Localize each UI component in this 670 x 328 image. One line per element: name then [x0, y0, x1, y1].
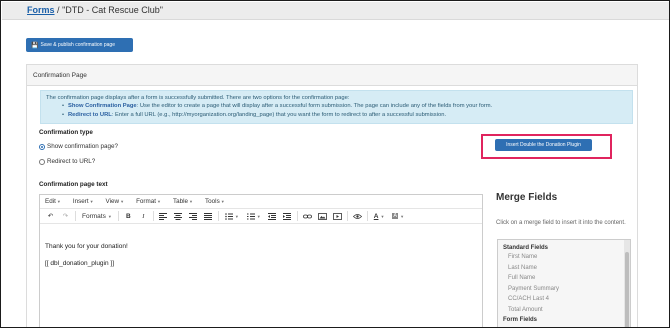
editor-content[interactable]: Thank you for your donation! [[ dbl_dona… — [45, 238, 128, 272]
radio-button-checked[interactable] — [39, 143, 45, 150]
info-item: Redirect to URL: Enter a full URL (e.g.,… — [62, 111, 627, 120]
toolbar-divider — [152, 211, 154, 221]
merge-field-item[interactable]: Full Name — [498, 272, 630, 283]
merge-group-title: Form Fields — [503, 317, 538, 323]
breadcrumb-current: "DTD - Cat Rescue Club" — [62, 5, 163, 15]
undo-icon[interactable]: ↶ — [43, 210, 58, 222]
breadcrumb-separator: / — [57, 5, 60, 15]
info-list: Show Confirmation Page: Use the editor t… — [46, 102, 627, 119]
editor-line: [[ dbl_donation_plugin ]] — [45, 260, 115, 267]
align-justify-icon[interactable] — [201, 210, 216, 222]
merge-fields-description: Click on a merge field to insert it into… — [496, 220, 626, 226]
caret-down-icon: ▼ — [107, 213, 112, 219]
info-item-text: : Enter a full URL (e.g., http://myorgan… — [111, 111, 447, 118]
top-bar: Forms / "DTD - Cat Rescue Club" — [2, 2, 669, 20]
formats-dropdown[interactable]: Formats ▼ — [78, 210, 116, 222]
menu-format[interactable]: Format▼ — [136, 198, 161, 205]
info-item: Show Confirmation Page: Use the editor t… — [62, 102, 627, 111]
align-center-icon[interactable] — [171, 210, 186, 222]
panel-title: Confirmation Page — [27, 65, 637, 86]
scrollbar-track[interactable] — [624, 240, 630, 327]
merge-fields-list: Standard Fields First Name Last Name Ful… — [497, 239, 631, 327]
caret-down-icon: ▼ — [380, 213, 385, 219]
caret-down-icon: ▼ — [56, 199, 61, 204]
image-icon[interactable] — [315, 210, 330, 222]
breadcrumb: Forms / "DTD - Cat Rescue Club" — [27, 5, 163, 15]
align-right-icon[interactable] — [186, 210, 201, 222]
merge-field-item[interactable]: CC/ACH Last 4 — [498, 293, 630, 304]
toolbar-divider — [366, 211, 368, 221]
toolbar-divider — [117, 211, 119, 221]
preview-eye-icon[interactable] — [350, 210, 365, 222]
bold-icon[interactable]: B — [121, 210, 136, 222]
align-left-icon[interactable] — [156, 210, 171, 222]
link-icon[interactable] — [300, 210, 315, 222]
info-item-text: : Use the editor to create a page that w… — [136, 103, 493, 110]
editor-line: Thank you for your donation! — [45, 243, 128, 250]
editor-toolbar: ↶ ↷ Formats ▼ B I ▼ ▼ A ▼ A ▼ — [40, 209, 482, 224]
merge-field-item[interactable]: First Name — [498, 251, 630, 262]
caret-down-icon: ▼ — [220, 199, 225, 204]
merge-fields-title: Merge Fields — [496, 192, 558, 203]
merge-group-title: Standard Fields — [503, 245, 549, 251]
merge-field-item[interactable]: Payment Summary — [498, 283, 630, 294]
radio-label: Show confirmation page? — [47, 143, 119, 150]
menu-view[interactable]: View▼ — [106, 198, 125, 205]
caret-down-icon: ▼ — [234, 213, 239, 219]
caret-down-icon: ▼ — [89, 199, 94, 204]
text-color-icon[interactable]: A ▼ — [370, 210, 389, 222]
italic-icon[interactable]: I — [136, 210, 151, 222]
info-intro: The confirmation page displays after a f… — [46, 95, 350, 101]
editor-menubar: Edit▼ Insert▼ View▼ Format▼ Table▼ Tools… — [40, 195, 482, 209]
rich-text-editor: Edit▼ Insert▼ View▼ Format▼ Table▼ Tools… — [39, 194, 483, 327]
caret-down-icon: ▼ — [189, 199, 194, 204]
media-icon[interactable] — [330, 210, 345, 222]
info-item-label: Redirect to URL — [68, 111, 112, 118]
menu-edit[interactable]: Edit▼ — [45, 198, 61, 205]
redo-icon[interactable]: ↷ — [58, 210, 73, 222]
info-box: The confirmation page displays after a f… — [40, 90, 633, 124]
toolbar-divider — [296, 211, 298, 221]
toolbar-divider — [346, 211, 348, 221]
indent-icon[interactable] — [280, 210, 295, 222]
caret-down-icon: ▼ — [400, 213, 405, 219]
save-publish-button[interactable]: 💾 Save & publish confirmation page — [26, 38, 133, 52]
menu-insert[interactable]: Insert▼ — [73, 198, 94, 205]
save-icon: 💾 — [31, 42, 39, 49]
caret-down-icon: ▼ — [256, 213, 261, 219]
toolbar-divider — [217, 211, 219, 221]
merge-field-item[interactable]: Last Name — [498, 262, 630, 273]
numbered-list-icon[interactable]: ▼ — [243, 210, 265, 222]
menu-tools[interactable]: Tools▼ — [205, 198, 225, 205]
scrollbar-thumb[interactable] — [625, 252, 629, 327]
editor-label: Confirmation page text — [39, 181, 108, 188]
toolbar-divider — [75, 211, 76, 221]
page: Forms / "DTD - Cat Rescue Club" 💾 Save &… — [0, 0, 670, 328]
radio-redirect-url[interactable]: Redirect to URL? — [39, 158, 95, 165]
radio-label: Redirect to URL? — [47, 158, 96, 165]
menu-table[interactable]: Table▼ — [173, 198, 193, 205]
bullet-list-icon[interactable]: ▼ — [221, 210, 243, 222]
caret-down-icon: ▼ — [120, 199, 125, 204]
radio-show-confirmation[interactable]: Show confirmation page? — [39, 143, 118, 150]
radio-button[interactable] — [39, 158, 45, 165]
caret-down-icon: ▼ — [157, 199, 161, 204]
breadcrumb-forms-link[interactable]: Forms — [27, 5, 55, 15]
merge-field-item[interactable]: Total Amount — [498, 304, 630, 315]
confirmation-type-label: Confirmation type — [39, 129, 93, 136]
info-item-label: Show Confirmation Page — [68, 103, 137, 110]
insert-dtd-plugin-button[interactable]: Insert Double the Donation Plugin — [495, 139, 592, 151]
save-publish-label: Save & publish confirmation page — [40, 42, 115, 48]
background-color-icon[interactable]: A ▼ — [388, 210, 408, 222]
outdent-icon[interactable] — [265, 210, 280, 222]
